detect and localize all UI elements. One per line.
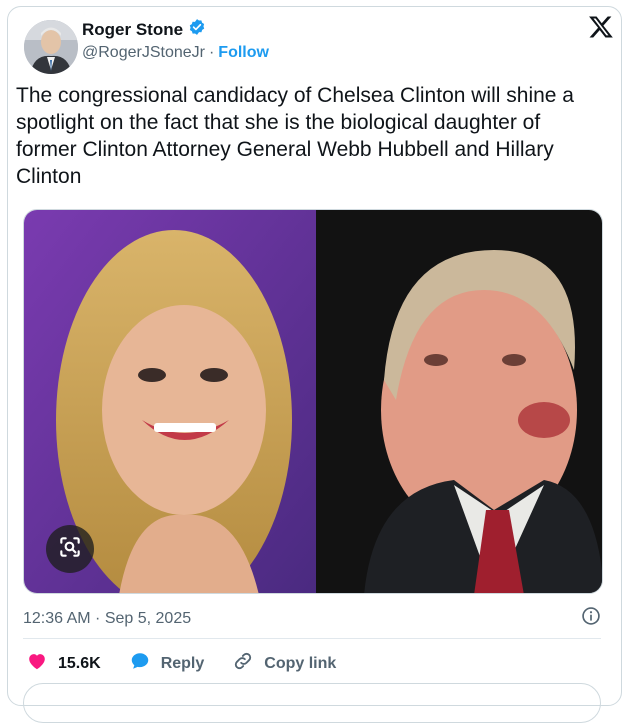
likes-count: 15.6K xyxy=(58,654,101,672)
reply-action[interactable]: Reply xyxy=(129,650,205,677)
follow-button[interactable]: Follow xyxy=(218,44,269,62)
author-handle-row: @RogerJStoneJr · Follow xyxy=(82,44,269,62)
x-logo-icon[interactable] xyxy=(588,14,614,40)
image-search-icon xyxy=(57,534,83,565)
avatar[interactable] xyxy=(24,20,78,74)
author-handle[interactable]: @RogerJStoneJr xyxy=(82,44,205,62)
link-icon xyxy=(232,650,254,677)
tweet-timestamp[interactable]: 12:36 AM · Sep 5, 2025 xyxy=(23,610,191,628)
tweet-media-image[interactable] xyxy=(23,209,603,594)
author-name-row: Roger Stone xyxy=(82,18,206,41)
tweet-actions: 15.6K Reply Copy link xyxy=(26,650,364,677)
separator-dot: · xyxy=(208,44,215,61)
tweet-text: The congressional candidacy of Chelsea C… xyxy=(16,84,574,188)
photo-composite xyxy=(24,210,602,593)
like-action[interactable]: 15.6K xyxy=(26,650,101,677)
reply-bubble-icon xyxy=(129,650,151,677)
meta-divider xyxy=(23,638,601,639)
read-replies-button[interactable] xyxy=(23,683,601,723)
author-display-name[interactable]: Roger Stone xyxy=(82,20,183,40)
tweet-meta-row: 12:36 AM · Sep 5, 2025 xyxy=(23,606,601,631)
image-search-button[interactable] xyxy=(46,525,94,573)
info-icon[interactable] xyxy=(581,606,601,631)
heart-icon xyxy=(26,650,48,677)
copy-link-label: Copy link xyxy=(264,654,337,672)
verified-badge-icon xyxy=(188,18,206,41)
avatar-image xyxy=(24,20,78,74)
copy-link-action[interactable]: Copy link xyxy=(232,650,336,677)
reply-label: Reply xyxy=(160,654,205,672)
